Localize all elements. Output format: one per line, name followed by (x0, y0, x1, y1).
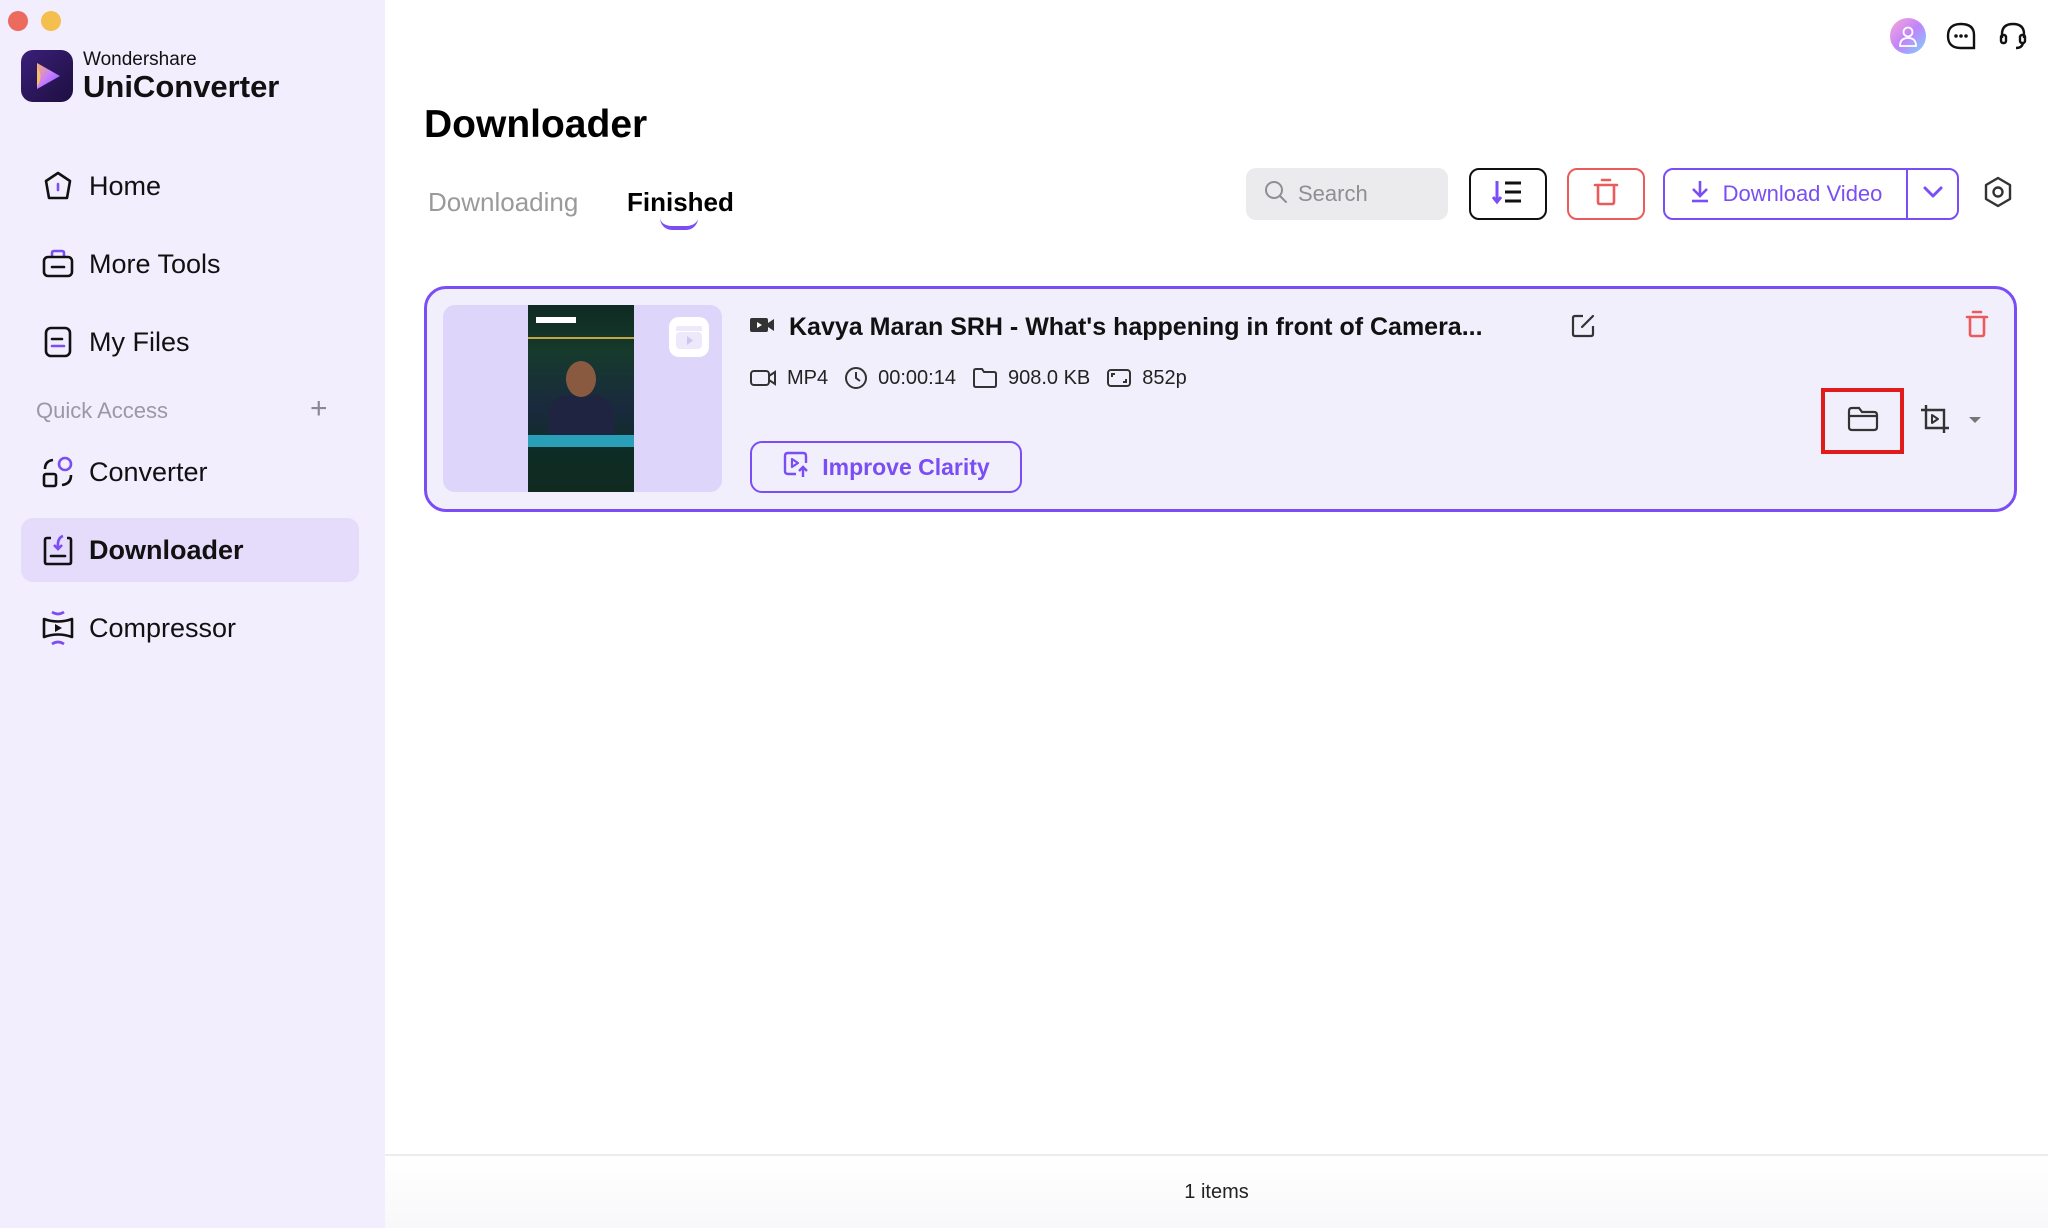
video-metadata: MP4 00:00:14 908.0 KB 852p (749, 366, 1203, 390)
sidebar-item-more-tools[interactable]: More Tools (21, 232, 359, 296)
video-file-icon (749, 316, 775, 339)
edit-video-button[interactable] (1917, 403, 1953, 439)
support-headset-icon[interactable] (1996, 19, 2030, 53)
sidebar: Wondershare UniConverter Home More Tools… (0, 0, 385, 1228)
video-resolution: 852p (1142, 366, 1187, 389)
rename-button[interactable] (1568, 313, 1598, 343)
sidebar-item-label: Compressor (89, 612, 237, 643)
sidebar-item-label: More Tools (89, 248, 221, 279)
sidebar-item-converter[interactable]: Converter (21, 440, 359, 504)
video-format: MP4 (787, 366, 829, 389)
files-icon (21, 325, 85, 359)
video-duration: 00:00:14 (878, 366, 956, 389)
delete-all-button[interactable] (1567, 168, 1645, 220)
video-file-size: 908.0 KB (1007, 366, 1091, 389)
uniconverter-logo-icon (21, 50, 73, 102)
improve-clarity-label: Improve Clarity (822, 453, 990, 480)
sidebar-item-label: Home (89, 170, 162, 201)
app-brand: Wondershare UniConverter (21, 50, 279, 102)
home-icon (21, 170, 85, 202)
download-video-button[interactable]: Download Video (1665, 170, 1908, 218)
window-close-button[interactable] (8, 11, 28, 31)
improve-clarity-button[interactable]: Improve Clarity (750, 441, 1022, 493)
caret-down-icon (1968, 412, 1982, 430)
search-input[interactable] (1298, 181, 1438, 207)
clock-icon (844, 366, 868, 390)
folder-icon (1847, 406, 1879, 437)
sidebar-item-downloader[interactable]: Downloader (21, 518, 359, 582)
brand-company: Wondershare (83, 49, 197, 70)
edit-icon (1570, 313, 1596, 344)
gear-icon (1983, 176, 2013, 213)
open-folder-button[interactable] (1821, 388, 1904, 454)
download-video-label: Download Video (1722, 181, 1883, 206)
video-thumbnail (528, 305, 634, 492)
sort-button[interactable] (1469, 168, 1547, 220)
sidebar-item-my-files[interactable]: My Files (21, 310, 359, 374)
chevron-down-icon (1922, 185, 1944, 204)
tab-finished[interactable]: Finished (627, 187, 734, 218)
sidebar-item-label: Converter (89, 456, 208, 487)
sort-icon (1491, 178, 1524, 211)
feedback-chat-icon[interactable] (1944, 19, 1978, 53)
status-footer: 1 items (385, 1154, 2048, 1228)
sidebar-item-label: My Files (89, 326, 190, 357)
video-thumbnail-area[interactable] (443, 305, 722, 492)
resolution-icon (1106, 367, 1132, 389)
delete-item-button[interactable] (1962, 310, 1992, 343)
active-tab-indicator (660, 218, 698, 230)
crop-video-icon (1919, 403, 1951, 440)
window-minimize-button[interactable] (41, 11, 61, 31)
sidebar-item-label: Downloader (89, 534, 244, 565)
brand-product: UniConverter (83, 69, 280, 104)
video-title: Kavya Maran SRH - What's happening in fr… (789, 313, 1483, 341)
search-icon (1264, 180, 1288, 209)
top-toolbar (1890, 18, 2030, 54)
trash-icon (1593, 178, 1619, 211)
download-video-split-button: Download Video (1663, 168, 1959, 220)
converter-icon (21, 455, 85, 489)
download-item-card[interactable]: Kavya Maran SRH - What's happening in fr… (424, 286, 2017, 512)
page-title: Downloader (424, 103, 648, 146)
item-count: 1 items (1184, 1180, 1249, 1203)
quick-access-title: Quick Access (36, 398, 169, 423)
video-camera-icon (749, 368, 777, 388)
trash-icon (1965, 310, 1989, 343)
sidebar-item-home[interactable]: Home (21, 154, 359, 218)
sidebar-item-compressor[interactable]: Compressor (21, 596, 359, 660)
enhance-video-icon (782, 450, 810, 484)
video-clip-icon (669, 317, 709, 357)
tab-downloading[interactable]: Downloading (428, 187, 578, 218)
download-icon (1689, 179, 1711, 209)
toolbox-icon (21, 248, 85, 280)
folder-icon (972, 367, 998, 389)
add-quick-access-button[interactable]: + (310, 394, 328, 424)
settings-button[interactable] (1982, 176, 2014, 213)
compressor-icon (21, 610, 85, 646)
user-avatar[interactable] (1890, 18, 1926, 54)
downloader-icon (21, 533, 85, 567)
download-options-dropdown[interactable] (1908, 170, 1957, 218)
more-actions-dropdown[interactable] (1965, 411, 1985, 431)
search-box[interactable] (1246, 168, 1448, 220)
